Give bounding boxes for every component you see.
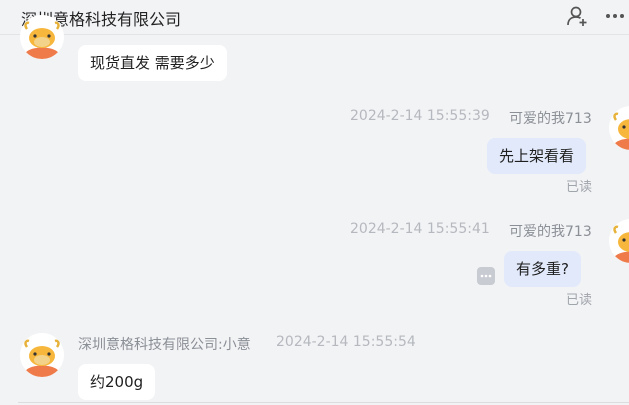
- read-status: 已读: [566, 180, 593, 195]
- ellipsis-chip-icon[interactable]: [477, 267, 495, 285]
- message-time: 2024-2-14 15:55:41: [350, 221, 490, 237]
- sender-name: 深圳意格科技有限公司:小意: [78, 337, 251, 353]
- bull-avatar-icon: [20, 15, 64, 59]
- more-icon[interactable]: [604, 5, 626, 27]
- avatar[interactable]: [20, 333, 64, 377]
- bull-avatar-icon: [609, 106, 629, 150]
- bull-avatar-icon: [20, 333, 64, 377]
- message-bubble[interactable]: 约200g: [78, 364, 156, 400]
- bull-avatar-icon: [609, 219, 629, 263]
- sender-name: 可爱的我713: [509, 224, 592, 240]
- avatar[interactable]: [609, 219, 629, 263]
- message-time: 2024-2-14 15:55:54: [276, 334, 416, 350]
- chat-header: 深圳意格科技有限公司: [0, 0, 629, 35]
- input-divider: [18, 402, 629, 403]
- message-time: 2024-2-14 15:55:39: [350, 108, 490, 124]
- avatar[interactable]: [20, 15, 64, 59]
- message-bubble[interactable]: 有多重?: [504, 251, 581, 287]
- message-bubble[interactable]: 现货直发 需要多少: [78, 45, 227, 81]
- add-contact-icon[interactable]: [566, 5, 588, 27]
- message-bubble[interactable]: 先上架看看: [487, 138, 587, 174]
- avatar[interactable]: [609, 106, 629, 150]
- sender-name: 可爱的我713: [509, 111, 592, 127]
- read-status: 已读: [566, 293, 593, 308]
